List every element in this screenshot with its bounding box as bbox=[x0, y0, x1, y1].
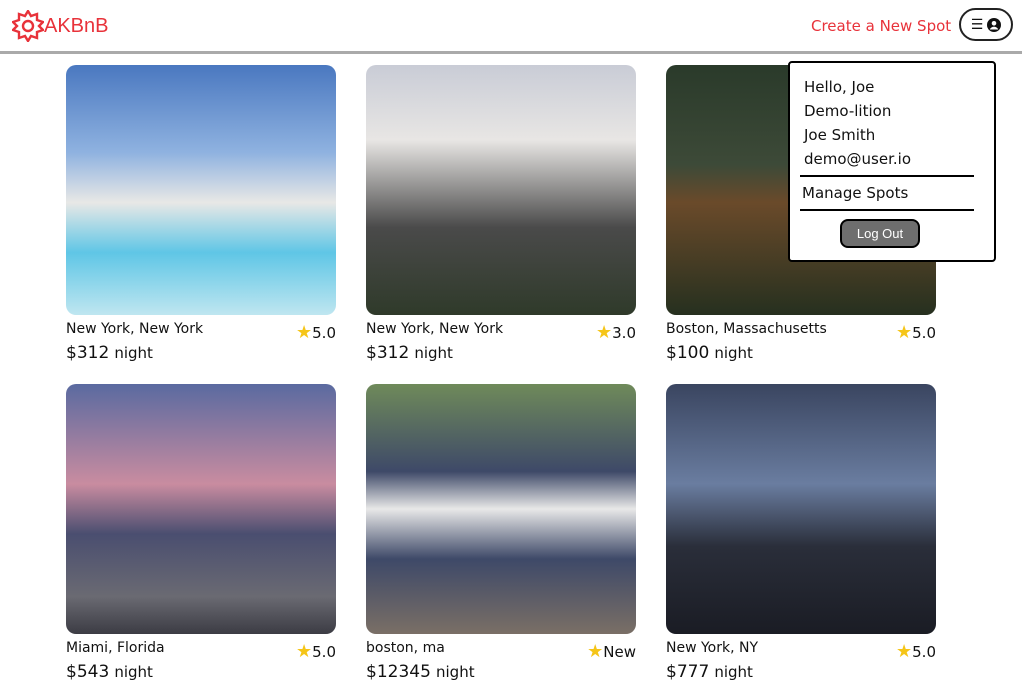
spot-location: Miami, Florida bbox=[66, 640, 165, 656]
profile-dropdown: Hello, Joe Demo-lition Joe Smith demo@us… bbox=[788, 61, 996, 262]
price-amount: $12345 bbox=[366, 662, 431, 682]
sun-logo-icon bbox=[12, 10, 44, 42]
spot-price: $12345 night bbox=[366, 662, 636, 682]
logo-link[interactable]: AKBnB bbox=[12, 10, 108, 42]
spot-rating: ★ 5.0 bbox=[896, 322, 936, 343]
price-unit: night bbox=[414, 344, 453, 362]
price-amount: $100 bbox=[666, 343, 710, 363]
username: Demo-lition bbox=[804, 102, 892, 120]
rating-value: 5.0 bbox=[312, 643, 336, 661]
price-unit: night bbox=[714, 344, 753, 362]
star-icon: ★ bbox=[296, 322, 313, 343]
spot-card[interactable]: New York, New York ★ 3.0 $312 night bbox=[366, 65, 636, 363]
manage-spots-link[interactable]: Manage Spots bbox=[790, 181, 994, 205]
spot-card[interactable]: New York, NY ★ 5.0 $777 night bbox=[666, 384, 936, 682]
price-unit: night bbox=[114, 344, 153, 362]
spot-card[interactable]: boston, ma ★ New $12345 night bbox=[366, 384, 636, 682]
divider bbox=[800, 209, 974, 211]
logo-text: AKBnB bbox=[44, 14, 109, 37]
spot-image[interactable] bbox=[66, 384, 336, 634]
star-icon: ★ bbox=[896, 641, 913, 662]
rating-value: 5.0 bbox=[912, 324, 936, 342]
spot-price: $100 night bbox=[666, 343, 936, 363]
star-icon: ★ bbox=[896, 322, 913, 343]
rating-value: 5.0 bbox=[312, 324, 336, 342]
spot-rating: ★ 5.0 bbox=[296, 322, 336, 343]
create-spot-link[interactable]: Create a New Spot bbox=[811, 17, 951, 35]
greeting: Hello, Joe bbox=[804, 78, 875, 96]
spot-card[interactable]: New York, New York ★ 5.0 $312 night bbox=[66, 65, 336, 363]
spot-price: $312 night bbox=[66, 343, 336, 363]
price-amount: $312 bbox=[66, 343, 110, 363]
spot-image[interactable] bbox=[366, 65, 636, 315]
spot-location: Boston, Massachusetts bbox=[666, 321, 827, 337]
rating-value: 3.0 bbox=[612, 324, 636, 342]
price-unit: night bbox=[114, 663, 153, 681]
divider bbox=[800, 175, 974, 177]
spot-price: $312 night bbox=[366, 343, 636, 363]
user-circle-icon bbox=[987, 17, 1002, 32]
spot-location: New York, NY bbox=[666, 640, 759, 656]
full-name: Joe Smith bbox=[804, 126, 876, 144]
spot-card[interactable]: Miami, Florida ★ 5.0 $543 night bbox=[66, 384, 336, 682]
spot-image[interactable] bbox=[366, 384, 636, 634]
price-amount: $312 bbox=[366, 343, 410, 363]
spot-rating: ★ 3.0 bbox=[596, 322, 636, 343]
spot-image[interactable] bbox=[666, 384, 936, 634]
star-icon: ★ bbox=[296, 641, 313, 662]
spot-rating: ★ 5.0 bbox=[896, 641, 936, 662]
rating-value: New bbox=[603, 643, 636, 661]
email: demo@user.io bbox=[804, 150, 911, 168]
spot-location: New York, New York bbox=[66, 321, 204, 337]
price-amount: $777 bbox=[666, 662, 710, 682]
price-unit: night bbox=[714, 663, 753, 681]
spot-location: New York, New York bbox=[366, 321, 504, 337]
spot-rating: ★ New bbox=[587, 641, 636, 662]
top-nav: AKBnB Create a New Spot ☰ bbox=[0, 0, 1022, 54]
star-icon: ★ bbox=[596, 322, 613, 343]
spot-rating: ★ 5.0 bbox=[296, 641, 336, 662]
price-unit: night bbox=[436, 663, 475, 681]
spot-price: $543 night bbox=[66, 662, 336, 682]
price-amount: $543 bbox=[66, 662, 110, 682]
spot-price: $777 night bbox=[666, 662, 936, 682]
profile-menu-button[interactable]: ☰ bbox=[959, 8, 1013, 41]
hamburger-icon: ☰ bbox=[970, 16, 984, 33]
rating-value: 5.0 bbox=[912, 643, 936, 661]
spot-image[interactable] bbox=[66, 65, 336, 315]
star-icon: ★ bbox=[587, 641, 604, 662]
logout-button[interactable]: Log Out bbox=[840, 219, 920, 248]
spot-location: boston, ma bbox=[366, 640, 445, 656]
